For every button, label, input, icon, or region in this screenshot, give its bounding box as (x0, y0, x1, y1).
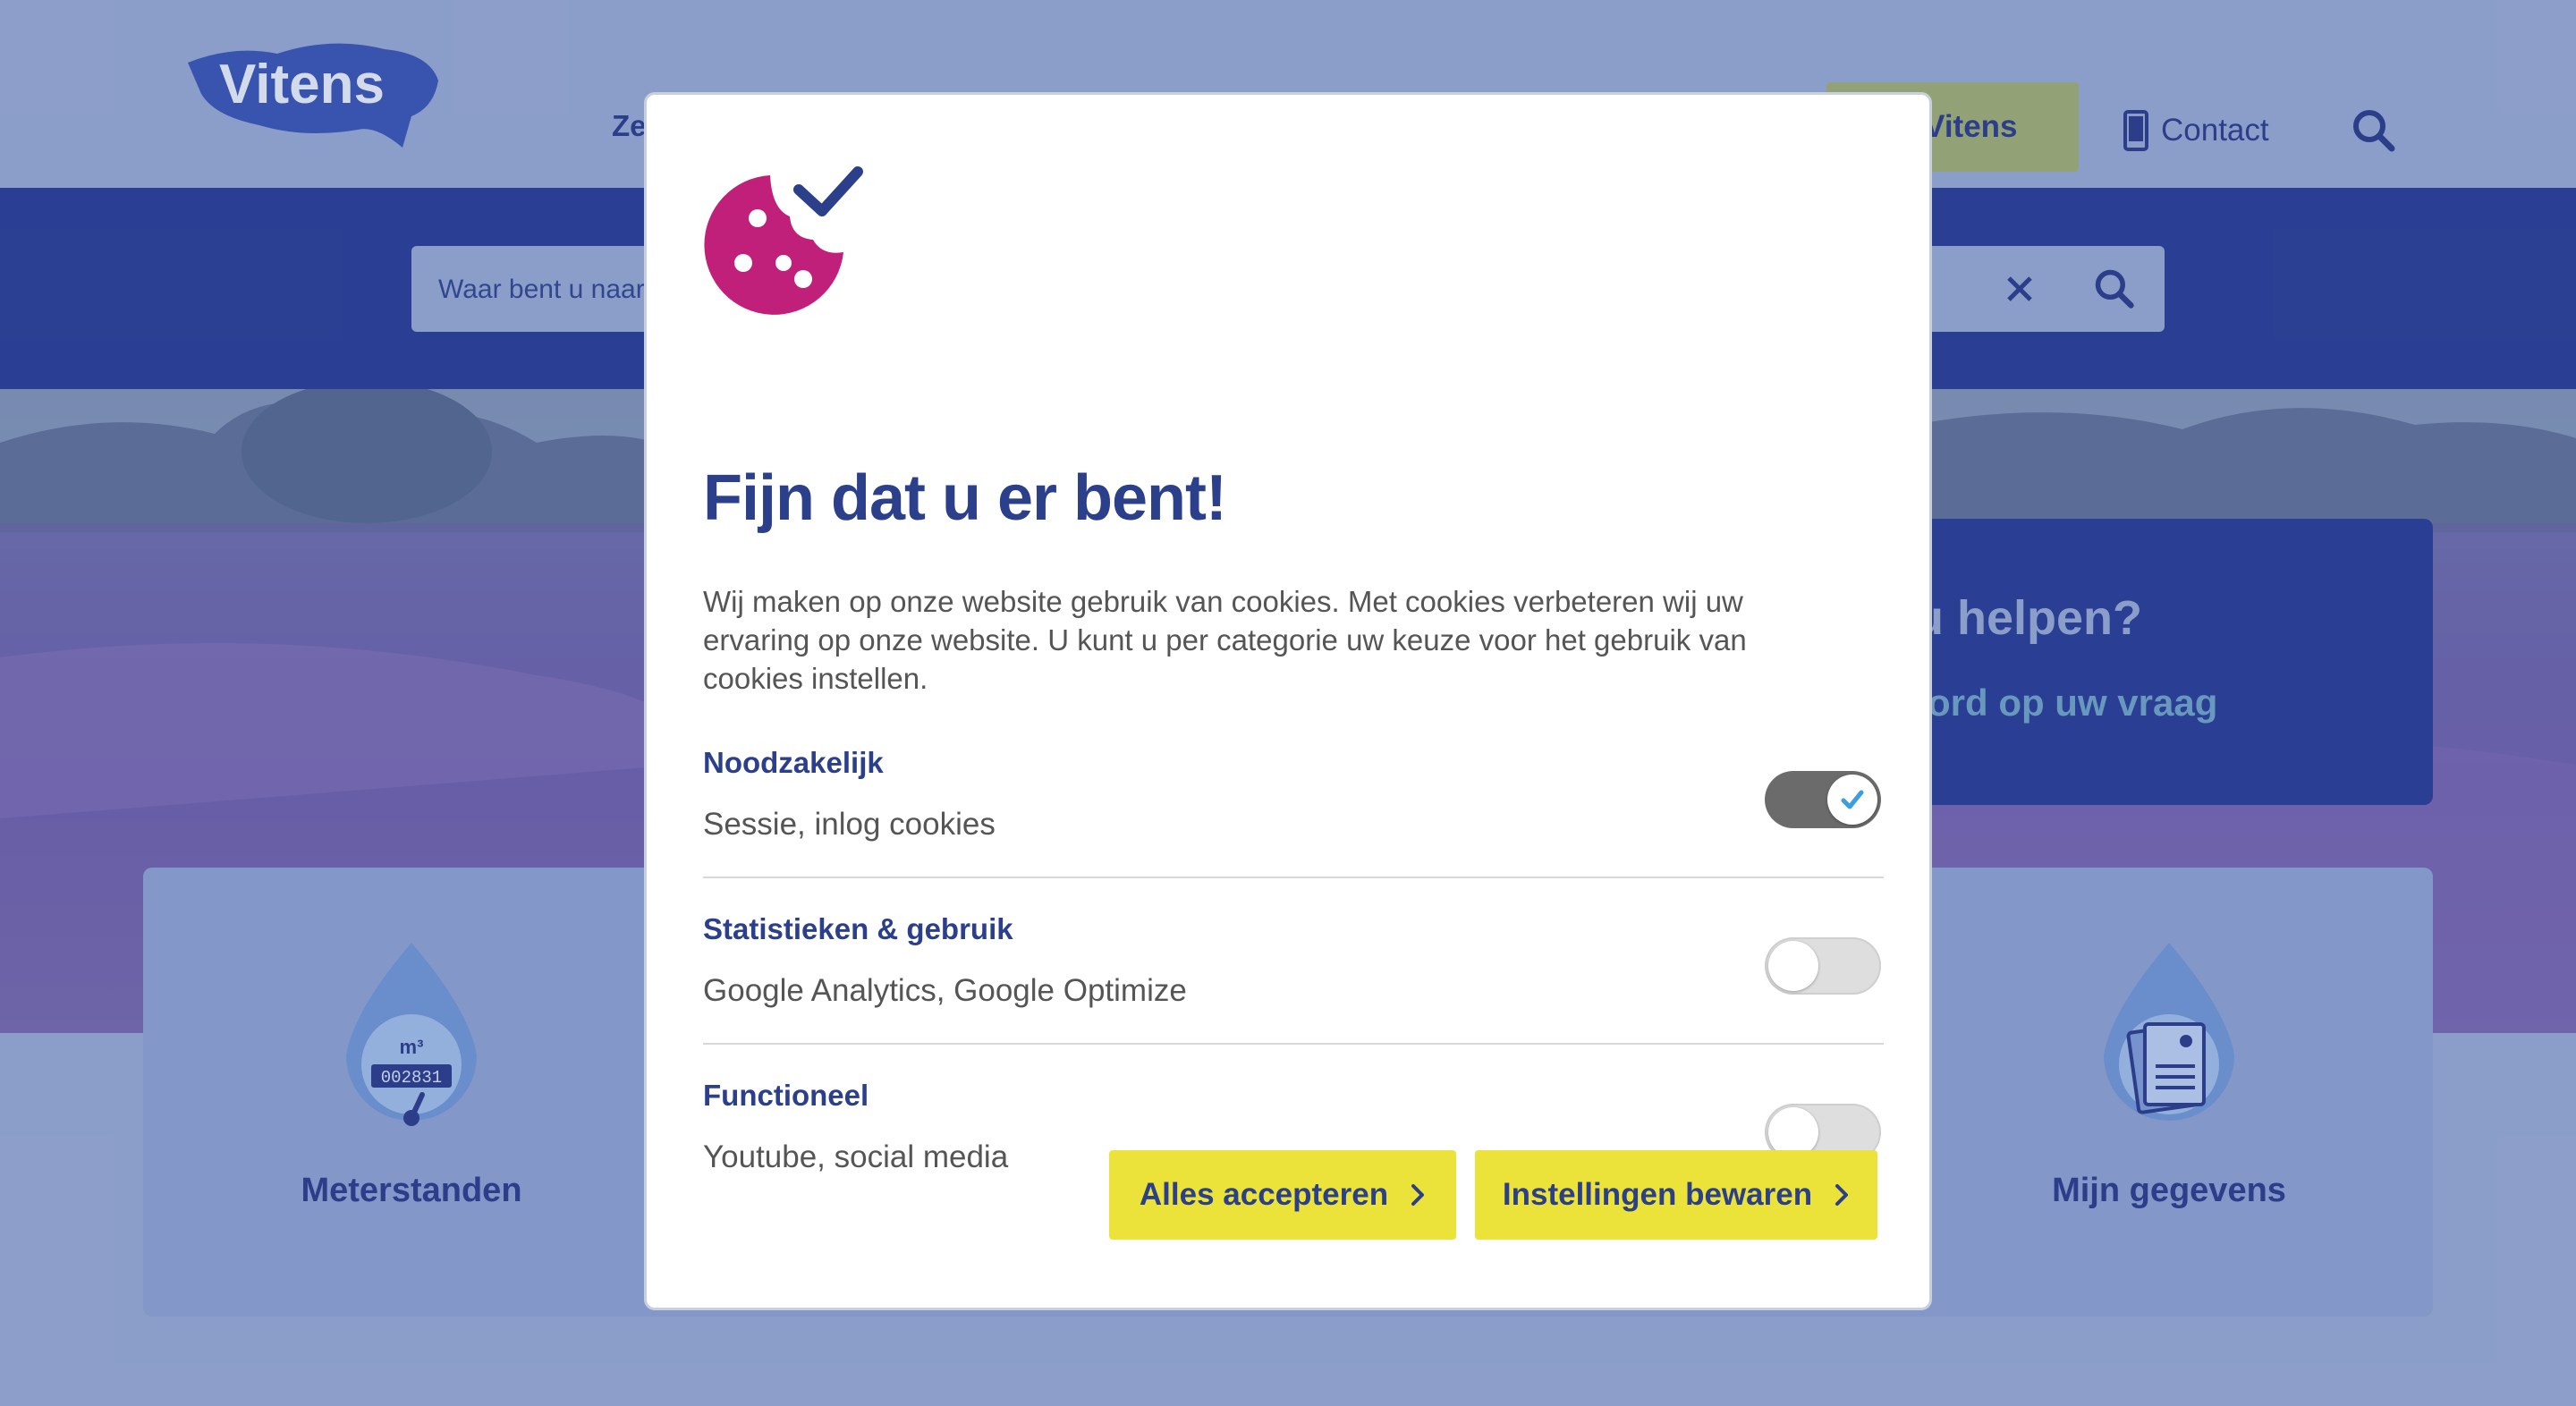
cookie-icon (704, 166, 863, 315)
category-name: Statistieken & gebruik (703, 912, 1013, 945)
dialog-intro: Wij maken op onze website gebruik van co… (703, 585, 1747, 695)
toggle-knob (1768, 941, 1818, 991)
category-description: Google Analytics, Google Optimize (703, 973, 1187, 1008)
toggle-knob (1827, 775, 1877, 825)
accept-all-button[interactable]: Alles accepteren (1109, 1150, 1456, 1240)
cookie-category-statistieken: Statistieken & gebruik Google Analytics,… (703, 878, 1884, 1045)
category-name: Functioneel (703, 1079, 869, 1112)
accept-all-label: Alles accepteren (1139, 1177, 1389, 1212)
category-name: Noodzakelijk (703, 746, 884, 779)
category-description: Sessie, inlog cookies (703, 807, 996, 842)
toggle-noodzakelijk[interactable] (1765, 771, 1881, 828)
save-settings-button[interactable]: Instellingen bewaren (1475, 1150, 1877, 1240)
check-icon (1841, 790, 1864, 809)
cookie-consent-dialog: Fijn dat u er bent! Wij maken op onze we… (644, 92, 1932, 1310)
save-settings-label: Instellingen bewaren (1502, 1177, 1813, 1212)
category-description: Youtube, social media (703, 1139, 1009, 1174)
cookie-category-noodzakelijk: Noodzakelijk Sessie, inlog cookies (703, 712, 1884, 878)
toggle-statistieken[interactable] (1765, 937, 1881, 995)
chevron-right-icon (1411, 1184, 1425, 1206)
chevron-right-icon (1835, 1184, 1849, 1206)
